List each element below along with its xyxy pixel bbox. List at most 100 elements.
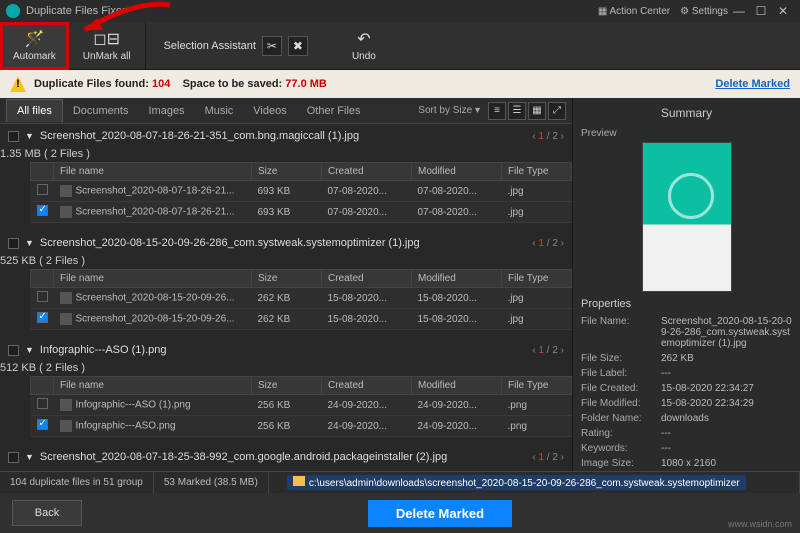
- tab-videos[interactable]: Videos: [243, 100, 296, 122]
- property-row: File Modified: 15-08-2020 22:34:29: [581, 396, 792, 411]
- delete-marked-button[interactable]: Delete Marked: [368, 500, 512, 527]
- property-value: ---: [661, 428, 792, 439]
- back-button[interactable]: Back: [12, 500, 82, 526]
- property-value: 15-08-2020 22:34:27: [661, 383, 792, 394]
- property-row: File Name:Screenshot_2020-08-15-20-09-26…: [581, 314, 792, 351]
- property-value: downloads: [661, 413, 792, 424]
- duplicate-files-table: File nameSizeCreatedModifiedFile Type In…: [30, 376, 572, 437]
- group-pager[interactable]: ‹ 1 / 2 ›: [532, 131, 564, 142]
- property-value: ---: [661, 368, 792, 379]
- tab-all-files[interactable]: All files: [6, 99, 63, 122]
- group-header[interactable]: ▼ Screenshot_2020-08-07-18-26-21-351_com…: [0, 124, 572, 148]
- duplicate-files-table: File nameSizeCreatedModifiedFile Type Sc…: [30, 162, 572, 223]
- found-value: 104: [152, 78, 170, 90]
- table-row[interactable]: Screenshot_2020-08-07-18-26-21... 693 KB…: [31, 202, 572, 223]
- table-row[interactable]: Screenshot_2020-08-15-20-09-26... 262 KB…: [31, 288, 572, 309]
- group-header[interactable]: ▼ Infographic---ASO (1).png ‹ 1 / 2 ›: [0, 338, 572, 362]
- group-pager[interactable]: ‹ 1 / 2 ›: [532, 452, 564, 463]
- property-key: File Label:: [581, 368, 657, 379]
- property-key: File Name:: [581, 316, 657, 349]
- row-checkbox[interactable]: [37, 398, 48, 409]
- tab-other[interactable]: Other Files: [297, 100, 371, 122]
- group-subtitle: 1.35 MB ( 2 Files ): [0, 148, 572, 160]
- summary-panel: Summary Preview Properties File Name:Scr…: [572, 98, 800, 471]
- tab-music[interactable]: Music: [195, 100, 244, 122]
- selection-tool-2-button[interactable]: ✖: [288, 36, 308, 56]
- row-checkbox[interactable]: [37, 205, 48, 216]
- properties-label: Properties: [581, 298, 792, 310]
- property-row: Keywords:---: [581, 441, 792, 456]
- property-row: Image Size:1080 x 2160: [581, 456, 792, 471]
- group-checkbox[interactable]: [8, 345, 19, 356]
- bottom-bar: Back Delete Marked: [0, 493, 800, 533]
- property-row: File Label: ---: [581, 366, 792, 381]
- group-pager[interactable]: ‹ 1 / 2 ›: [532, 345, 564, 356]
- group-name: Screenshot_2020-08-15-20-09-26-286_com.s…: [40, 237, 526, 249]
- file-icon: [60, 420, 72, 432]
- stats-bar: ! Duplicate Files found: 104 Space to be…: [0, 70, 800, 98]
- summary-title: Summary: [581, 106, 792, 120]
- property-row: Folder Name: downloads: [581, 411, 792, 426]
- chevron-down-icon: ▼: [25, 238, 34, 248]
- tab-documents[interactable]: Documents: [63, 100, 139, 122]
- folder-icon: [293, 476, 305, 486]
- chevron-down-icon: ▼: [25, 131, 34, 141]
- warning-icon: !: [10, 76, 26, 92]
- row-checkbox[interactable]: [37, 419, 48, 430]
- group-subtitle: 525 KB ( 2 Files ): [0, 255, 572, 267]
- preview-image: [642, 142, 732, 292]
- group-checkbox[interactable]: [8, 131, 19, 142]
- status-marked-count: 53 Marked (38.5 MB): [154, 472, 269, 493]
- property-value: 15-08-2020 22:34:29: [661, 398, 792, 409]
- duplicate-groups-list: ▼ Screenshot_2020-08-07-18-26-21-351_com…: [0, 124, 572, 471]
- wand-icon: 🪄: [24, 29, 44, 49]
- automark-button[interactable]: 🪄 Automark: [0, 22, 69, 70]
- undo-button[interactable]: ↶ Undo: [338, 22, 390, 70]
- table-row[interactable]: Infographic---ASO (1).png 256 KB24-09-20…: [31, 395, 572, 416]
- row-checkbox[interactable]: [37, 184, 48, 195]
- property-key: File Modified:: [581, 398, 657, 409]
- properties-list: File Name:Screenshot_2020-08-15-20-09-26…: [581, 314, 792, 471]
- settings-button[interactable]: ⚙ Settings: [680, 6, 728, 17]
- group-checkbox[interactable]: [8, 238, 19, 249]
- row-checkbox[interactable]: [37, 291, 48, 302]
- action-center-button[interactable]: ▦ Action Center: [598, 6, 670, 17]
- group-header[interactable]: ▼ Screenshot_2020-08-15-20-09-26-286_com…: [0, 231, 572, 255]
- property-key: Folder Name:: [581, 413, 657, 424]
- view-list-button[interactable]: ≡: [488, 102, 506, 120]
- selected-file-path[interactable]: c:\users\admin\downloads\screenshot_2020…: [287, 475, 746, 490]
- file-icon: [60, 185, 72, 197]
- close-button[interactable]: ✕: [772, 4, 794, 18]
- table-row[interactable]: Screenshot_2020-08-07-18-26-21... 693 KB…: [31, 181, 572, 202]
- group-checkbox[interactable]: [8, 452, 19, 463]
- table-row[interactable]: Infographic---ASO.png 256 KB24-09-2020..…: [31, 416, 572, 437]
- found-label: Duplicate Files found:: [34, 78, 149, 90]
- tab-images[interactable]: Images: [138, 100, 194, 122]
- property-value: 262 KB: [661, 353, 792, 364]
- status-dup-count: 104 duplicate files in 51 group: [0, 472, 154, 493]
- duplicate-files-table: File nameSizeCreatedModifiedFile Type Sc…: [30, 269, 572, 330]
- sort-dropdown[interactable]: Sort by Size ▾: [418, 105, 480, 116]
- watermark: www.wsidn.com: [728, 519, 792, 529]
- group-pager[interactable]: ‹ 1 / 2 ›: [532, 238, 564, 249]
- view-detail-button[interactable]: ☰: [508, 102, 526, 120]
- maximize-button[interactable]: ☐: [750, 4, 772, 18]
- group-header[interactable]: ▼ Screenshot_2020-08-07-18-25-38-992_com…: [0, 445, 572, 469]
- view-grid-button[interactable]: ▦: [528, 102, 546, 120]
- table-row[interactable]: Screenshot_2020-08-15-20-09-26... 262 KB…: [31, 309, 572, 330]
- filter-tabs: All files Documents Images Music Videos …: [0, 98, 572, 124]
- property-row: File Created:15-08-2020 22:34:27: [581, 381, 792, 396]
- selection-assistant-group: Selection Assistant ✂ ✖: [164, 36, 308, 56]
- status-path-cell: c:\users\admin\downloads\screenshot_2020…: [269, 472, 800, 493]
- property-key: Keywords:: [581, 443, 657, 454]
- minimize-button[interactable]: —: [728, 4, 750, 18]
- selection-tool-1-button[interactable]: ✂: [262, 36, 282, 56]
- property-key: Rating:: [581, 428, 657, 439]
- annotation-arrow: [75, 0, 175, 43]
- selection-assistant-label: Selection Assistant: [164, 40, 256, 52]
- group-name: Screenshot_2020-08-07-18-26-21-351_com.b…: [40, 130, 526, 142]
- view-expand-button[interactable]: ⤢: [548, 102, 566, 120]
- group-name: Infographic---ASO (1).png: [40, 344, 526, 356]
- row-checkbox[interactable]: [37, 312, 48, 323]
- delete-marked-link[interactable]: Delete Marked: [715, 78, 790, 90]
